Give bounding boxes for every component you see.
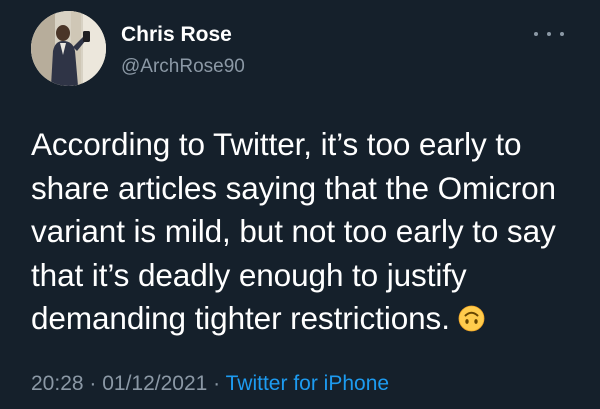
tweet-meta: 20:28 · 01/12/2021 · Twitter for iPhone: [31, 370, 389, 398]
tweet-card: Chris Rose @ArchRose90 According to Twit…: [0, 0, 600, 409]
upside-down-face-emoji-icon: [458, 300, 485, 344]
avatar-photo-icon: [31, 11, 106, 86]
more-dots-icon: [560, 32, 564, 36]
meta-separator: ·: [83, 372, 103, 395]
more-dots-icon: [547, 32, 551, 36]
tweet-source-link[interactable]: Twitter for iPhone: [226, 372, 389, 395]
tweet-text: According to Twitter, it’s too early to …: [31, 123, 576, 344]
more-dots-icon: [534, 32, 538, 36]
meta-separator: ·: [207, 372, 226, 395]
avatar[interactable]: [31, 11, 106, 86]
display-name[interactable]: Chris Rose: [121, 22, 245, 48]
tweet-time[interactable]: 20:28: [31, 372, 84, 395]
user-info: Chris Rose @ArchRose90: [121, 22, 245, 79]
user-handle[interactable]: @ArchRose90: [121, 55, 245, 79]
more-options-button[interactable]: [534, 27, 564, 41]
tweet-date[interactable]: 01/12/2021: [102, 372, 207, 395]
